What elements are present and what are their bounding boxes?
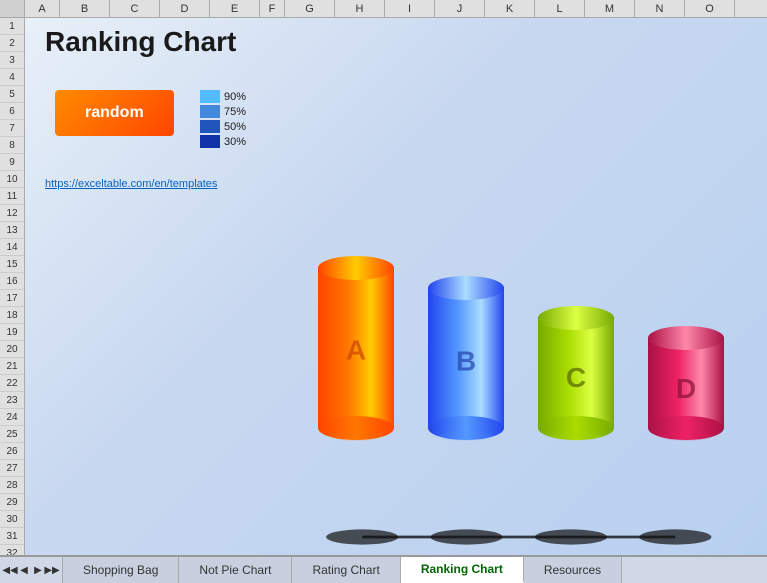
row-num-16: 16 [0, 273, 24, 290]
row-num-24: 24 [0, 409, 24, 426]
col-header-o: O [685, 0, 735, 17]
tab-shopping-bag[interactable]: Shopping Bag [63, 557, 179, 583]
col-header-k: K [485, 0, 535, 17]
row-num-18: 18 [0, 307, 24, 324]
legend-item-2: 50% [200, 120, 246, 133]
legend-color-1 [200, 105, 220, 118]
row-num-3: 3 [0, 52, 24, 69]
tab-rating-chart[interactable]: Rating Chart [292, 557, 400, 583]
col-header-i: I [385, 0, 435, 17]
col-header-c: C [110, 0, 160, 17]
row-num-30: 30 [0, 511, 24, 528]
tab-nav-arrows[interactable]: ◀◀ ◀ ▶ ▶▶ [0, 557, 63, 583]
row-num-19: 19 [0, 324, 24, 341]
row-num-11: 11 [0, 188, 24, 205]
legend-item-0: 90% [200, 90, 246, 103]
legend-item-3: 30% [200, 135, 246, 148]
col-corner [0, 0, 25, 17]
row-num-10: 10 [0, 171, 24, 188]
col-header-g: G [285, 0, 335, 17]
row-num-27: 27 [0, 460, 24, 477]
row-num-2: 2 [0, 35, 24, 52]
row-num-28: 28 [0, 477, 24, 494]
row-num-14: 14 [0, 239, 24, 256]
legend-color-3 [200, 135, 220, 148]
col-header-a: A [25, 0, 60, 17]
cylinder-group-b: B [426, 274, 506, 447]
row-num-23: 23 [0, 392, 24, 409]
row-num-12: 12 [0, 205, 24, 222]
col-header-j: J [435, 0, 485, 17]
col-header-n: N [635, 0, 685, 17]
content-area: Ranking Chart random 90% 75% 50% 30% https:… [25, 18, 767, 555]
col-header-h: H [335, 0, 385, 17]
legend-label-1: 75% [224, 106, 246, 118]
cylinder-group-c: C [536, 304, 616, 447]
row-num-29: 29 [0, 494, 24, 511]
cylinder-svg-a: A [316, 254, 396, 447]
row-num-6: 6 [0, 103, 24, 120]
row-num-4: 4 [0, 69, 24, 86]
cylinder-group-a: A [316, 254, 396, 447]
main-area: 1234567891011121314151617181920212223242… [0, 18, 767, 555]
chart-area: A B [275, 158, 767, 495]
col-header-d: D [160, 0, 210, 17]
col-header-f: F [260, 0, 285, 17]
row-num-8: 8 [0, 137, 24, 154]
tab-resources[interactable]: Resources [524, 557, 622, 583]
tab-last-arrow[interactable]: ▶▶ [46, 564, 58, 576]
row-num-1: 1 [0, 18, 24, 35]
tab-next-arrow[interactable]: ▶ [32, 564, 44, 576]
legend-item-1: 75% [200, 105, 246, 118]
row-num-15: 15 [0, 256, 24, 273]
cylinder-group-d: D [646, 324, 726, 447]
row-num-31: 31 [0, 528, 24, 545]
legend-label-3: 30% [224, 136, 246, 148]
chart-title: Ranking Chart [45, 26, 236, 58]
legend-label-0: 90% [224, 91, 246, 103]
cylinder-svg-b: B [426, 274, 506, 447]
row-num-17: 17 [0, 290, 24, 307]
cylinder-svg-d: D [646, 324, 726, 447]
col-header-l: L [535, 0, 585, 17]
exceltable-link[interactable]: https://exceltable.com/en/templates [45, 178, 217, 190]
col-header-b: B [60, 0, 110, 17]
cylinder-svg-c: C [536, 304, 616, 447]
row-numbers: 1234567891011121314151617181920212223242… [0, 18, 25, 555]
row-num-22: 22 [0, 375, 24, 392]
row-num-32: 32 [0, 545, 24, 555]
col-header-e: E [210, 0, 260, 17]
spreadsheet: ABCDEFGHIJKLMNO 123456789101112131415161… [0, 0, 767, 583]
legend-color-0 [200, 90, 220, 103]
tab-ranking-chart[interactable]: Ranking Chart [401, 557, 524, 583]
row-num-21: 21 [0, 358, 24, 375]
row-num-7: 7 [0, 120, 24, 137]
tab-first-arrow[interactable]: ◀◀ [4, 564, 16, 576]
svg-text:D: D [676, 373, 696, 404]
row-num-13: 13 [0, 222, 24, 239]
row-num-25: 25 [0, 426, 24, 443]
legend-label-2: 50% [224, 121, 246, 133]
row-num-20: 20 [0, 341, 24, 358]
row-num-26: 26 [0, 443, 24, 460]
svg-text:A: A [346, 334, 366, 365]
row-num-5: 5 [0, 86, 24, 103]
random-button[interactable]: random [55, 90, 174, 136]
col-header-m: M [585, 0, 635, 17]
legend-color-2 [200, 120, 220, 133]
svg-text:B: B [456, 345, 476, 376]
row-num-9: 9 [0, 154, 24, 171]
tabs-bar: ◀◀ ◀ ▶ ▶▶ Shopping BagNot Pie ChartRatin… [0, 555, 767, 583]
legend: 90% 75% 50% 30% [200, 90, 246, 148]
svg-text:C: C [566, 362, 586, 393]
col-headers: ABCDEFGHIJKLMNO [0, 0, 767, 18]
tab-not-pie-chart[interactable]: Not Pie Chart [179, 557, 292, 583]
connector-line [310, 527, 737, 533]
tab-prev-arrow[interactable]: ◀ [18, 564, 30, 576]
